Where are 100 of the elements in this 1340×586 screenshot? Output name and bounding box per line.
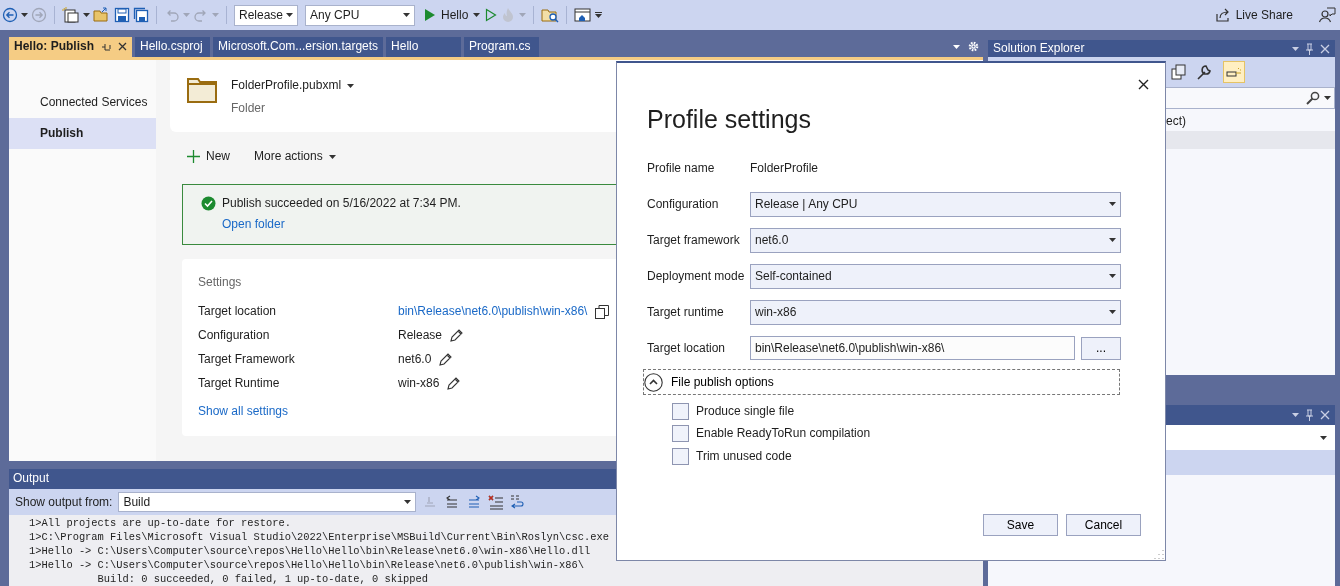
pin-icon[interactable] xyxy=(1305,42,1314,55)
status-message: Publish succeeded on 5/16/2022 at 7:34 PM. xyxy=(222,195,461,211)
setting-label: Target Framework xyxy=(198,352,296,368)
chevron-up-icon xyxy=(644,372,663,392)
share-icon xyxy=(1214,7,1231,23)
copy-icon[interactable] xyxy=(595,304,610,319)
browse-button[interactable]: ... xyxy=(1081,336,1121,360)
preview-toggle-button[interactable] xyxy=(1223,61,1245,83)
output-line: 1>C:\Program Files\Microsoft Visual Studio\2022\Enterprise\MSBuild\Current\Bin\Roslyn\csc.exe xyxy=(29,530,610,544)
new-project-icon[interactable] xyxy=(62,7,80,23)
word-wrap-icon[interactable] xyxy=(510,494,527,510)
field-label: Deployment mode xyxy=(647,268,746,284)
caret-icon[interactable] xyxy=(953,44,960,49)
search-icon xyxy=(1306,91,1320,105)
field-label: Target framework xyxy=(647,232,741,248)
caret-icon[interactable] xyxy=(21,13,28,17)
start-button[interactable]: Hello xyxy=(422,4,483,26)
section-toggle[interactable]: File publish options xyxy=(643,369,1120,395)
setting-value: Release xyxy=(398,328,443,344)
caret-icon xyxy=(404,500,412,504)
resize-grip-icon[interactable] xyxy=(1154,549,1164,559)
target-location-link[interactable]: bin\Release\net6.0\publish\win-x86\ xyxy=(398,304,588,320)
more-actions-button[interactable]: More actions xyxy=(254,147,336,166)
save-button[interactable]: Save xyxy=(983,514,1058,536)
feedback-person-icon[interactable] xyxy=(1318,7,1336,23)
pin-icon[interactable] xyxy=(101,41,111,52)
output-line: 1>Hello -> C:\Users\Computer\source\repos\Hello\Hello\bin\Release\net6.0\win-x86\Hello.dll xyxy=(29,544,592,558)
settings-heading: Settings xyxy=(198,274,242,290)
pin-icon[interactable] xyxy=(1305,409,1314,421)
caret-icon xyxy=(1109,274,1116,278)
new-button[interactable]: New xyxy=(187,147,230,166)
checkbox[interactable] xyxy=(672,447,689,465)
output-source-label: Show output from: xyxy=(15,494,113,510)
play-outline-icon[interactable] xyxy=(485,8,498,22)
nav-item[interactable]: Publish xyxy=(9,117,156,149)
caret-icon[interactable] xyxy=(595,12,603,18)
setting-label: Configuration xyxy=(198,328,271,344)
field-value: FolderProfile xyxy=(750,160,819,176)
save-all-icon[interactable] xyxy=(133,7,149,23)
close-icon[interactable] xyxy=(118,42,127,52)
caret-icon xyxy=(473,13,481,17)
caret-icon[interactable] xyxy=(83,13,90,17)
caret-icon[interactable] xyxy=(1292,46,1299,51)
wrench-icon[interactable] xyxy=(1197,64,1213,80)
play-icon xyxy=(424,8,436,22)
output-line: 1>Hello -> C:\Users\Computer\source\repos\Hello\Hello\bin\Release\net6.0\publish\win-x86\ xyxy=(29,558,585,572)
live-share-button[interactable]: Live Share xyxy=(1212,4,1295,26)
select-field[interactable]: win-x86 xyxy=(750,299,1121,325)
caret-icon[interactable] xyxy=(1292,413,1299,417)
document-tab[interactable]: Microsoft.Com...ersion.targets xyxy=(213,37,384,57)
dialog-title: Profile settings xyxy=(647,104,812,135)
pencil-icon[interactable] xyxy=(447,377,461,391)
plus-icon xyxy=(187,150,200,164)
select-field[interactable]: Self-contained xyxy=(750,263,1121,289)
preview-icon xyxy=(1226,66,1242,78)
gear-icon[interactable] xyxy=(968,41,979,53)
save-icon[interactable] xyxy=(114,7,130,23)
profile-dropdown[interactable]: FolderProfile.pubxml xyxy=(231,76,355,95)
show-all-settings-link[interactable]: Show all settings xyxy=(198,403,289,419)
pencil-icon[interactable] xyxy=(439,353,453,367)
caret-icon xyxy=(1109,238,1116,242)
field-label: Configuration xyxy=(647,196,720,212)
success-icon xyxy=(201,195,216,211)
caret-icon xyxy=(1324,96,1331,100)
copy-icon[interactable] xyxy=(1171,64,1187,80)
checkbox[interactable] xyxy=(672,402,689,420)
document-tab[interactable]: Program.cs xyxy=(464,37,540,57)
select-field[interactable]: net6.0 xyxy=(750,227,1121,253)
checkbox[interactable] xyxy=(672,425,689,443)
caret-icon xyxy=(286,13,293,17)
folder-search-icon[interactable] xyxy=(541,7,560,23)
document-tab[interactable]: Hello: Publish xyxy=(9,37,132,57)
caret-icon xyxy=(328,154,336,159)
setting-label: Target Runtime xyxy=(198,376,281,392)
close-icon xyxy=(1138,79,1149,90)
document-tab[interactable]: Hello xyxy=(386,37,462,57)
checkbox-label: Enable ReadyToRun compilation xyxy=(696,426,871,442)
cancel-button[interactable]: Cancel xyxy=(1066,514,1141,536)
document-tab[interactable]: Hello.csproj xyxy=(135,37,210,57)
input-field[interactable]: bin\Release\net6.0\publish\win-x86\ xyxy=(750,336,1075,360)
select-field[interactable]: Release | Any CPU xyxy=(750,191,1121,217)
output-source-dropdown[interactable]: Build xyxy=(118,492,417,512)
caret-icon xyxy=(403,13,410,17)
caret-icon xyxy=(1109,202,1116,206)
clear-all-icon[interactable] xyxy=(488,494,505,510)
window-layout-icon[interactable] xyxy=(574,7,593,23)
caret-icon xyxy=(1109,310,1116,314)
tree-item[interactable]: ect) xyxy=(1166,114,1186,129)
field-label: Profile name xyxy=(647,160,716,176)
setting-label: Target location xyxy=(198,304,278,320)
back-icon[interactable] xyxy=(2,7,18,23)
open-folder-link[interactable]: Open folder xyxy=(222,216,285,232)
nav-item[interactable]: Connected Services xyxy=(9,86,156,118)
platform-dropdown[interactable]: Any CPU xyxy=(305,4,415,26)
profile-type: Folder xyxy=(231,100,266,116)
output-line: Build: 0 succeeded, 0 failed, 1 up-to-date, 0 skipped xyxy=(96,572,430,586)
configuration-dropdown[interactable]: Release xyxy=(234,4,298,26)
panel-title: Solution Explorer xyxy=(993,41,1085,56)
checkbox-label: Produce single file xyxy=(696,403,795,419)
pencil-icon[interactable] xyxy=(450,329,464,343)
